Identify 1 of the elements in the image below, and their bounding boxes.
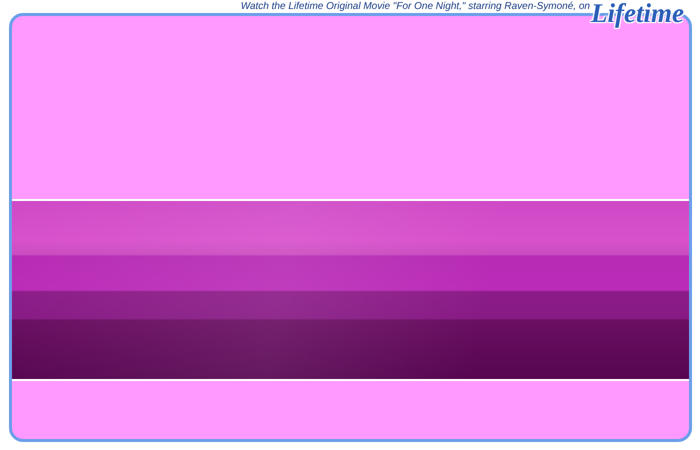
promo-text: Watch the Lifetime Original Movie "For One Night," starring Raven-Symoné, on <box>240 1 590 12</box>
